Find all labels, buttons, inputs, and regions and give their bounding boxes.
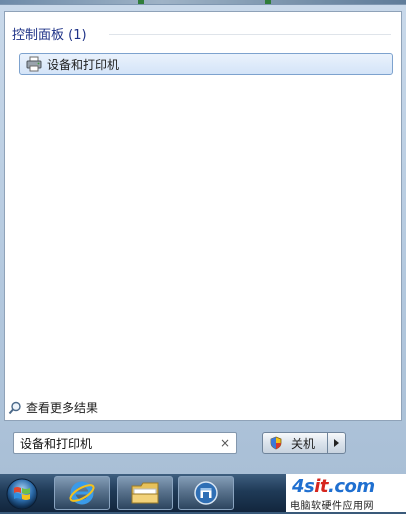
shutdown-group: 关机 <box>262 432 346 454</box>
results-group-header[interactable]: 控制面板 (1) <box>12 24 87 43</box>
search-box[interactable]: × <box>13 432 237 454</box>
result-item-devices-and-printers[interactable]: 设备和打印机 <box>19 53 393 75</box>
taskbar-app-window[interactable] <box>178 476 234 510</box>
shutdown-button[interactable]: 关机 <box>262 432 328 454</box>
printer-icon <box>26 56 42 72</box>
group-divider <box>109 34 391 35</box>
folder-icon <box>131 482 159 504</box>
search-input[interactable] <box>14 433 220 453</box>
result-item-label: 设备和打印机 <box>47 57 120 72</box>
watermark-subtitle: 电脑软硬件应用网 <box>290 501 374 512</box>
search-icon <box>8 401 22 415</box>
taskbar-windows-explorer[interactable] <box>117 476 173 510</box>
start-button[interactable] <box>2 477 42 511</box>
chevron-right-icon <box>334 439 339 447</box>
windows-logo-icon <box>6 478 38 510</box>
shutdown-options-button[interactable] <box>328 432 346 454</box>
window-icon <box>194 481 218 505</box>
taskbar-internet-explorer[interactable] <box>54 476 110 510</box>
search-results-panel: 控制面板 (1) 设备和打印机 <box>4 11 402 421</box>
site-watermark: 4sit.com 电脑软硬件应用网 <box>286 474 406 512</box>
clear-search-icon[interactable]: × <box>220 435 230 451</box>
see-more-label: 查看更多结果 <box>26 401 99 415</box>
watermark-logo: 4sit.com <box>292 476 375 497</box>
start-menu: 控制面板 (1) 设备和打印机 查看更多结果 × <box>0 4 406 475</box>
shutdown-label: 关机 <box>291 436 316 451</box>
ie-icon <box>69 481 95 505</box>
shield-icon <box>269 436 283 450</box>
see-more-results-link[interactable]: 查看更多结果 <box>8 399 98 416</box>
